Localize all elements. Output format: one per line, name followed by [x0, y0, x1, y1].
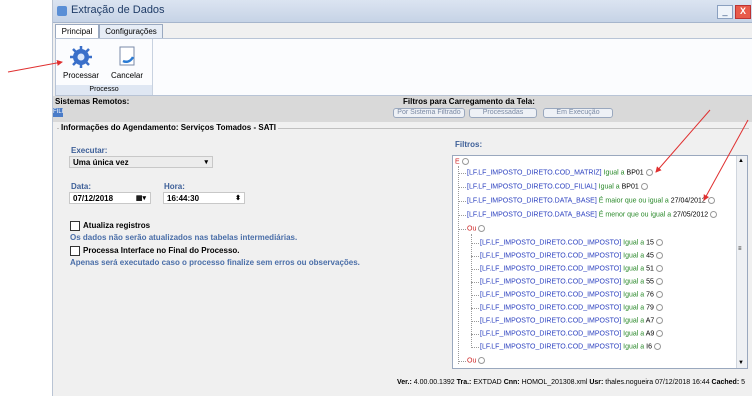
arrow-icon	[655, 109, 711, 173]
arrow-icon	[703, 119, 749, 201]
annotation-arrows	[7, 59, 749, 201]
arrow-icon	[7, 59, 63, 73]
